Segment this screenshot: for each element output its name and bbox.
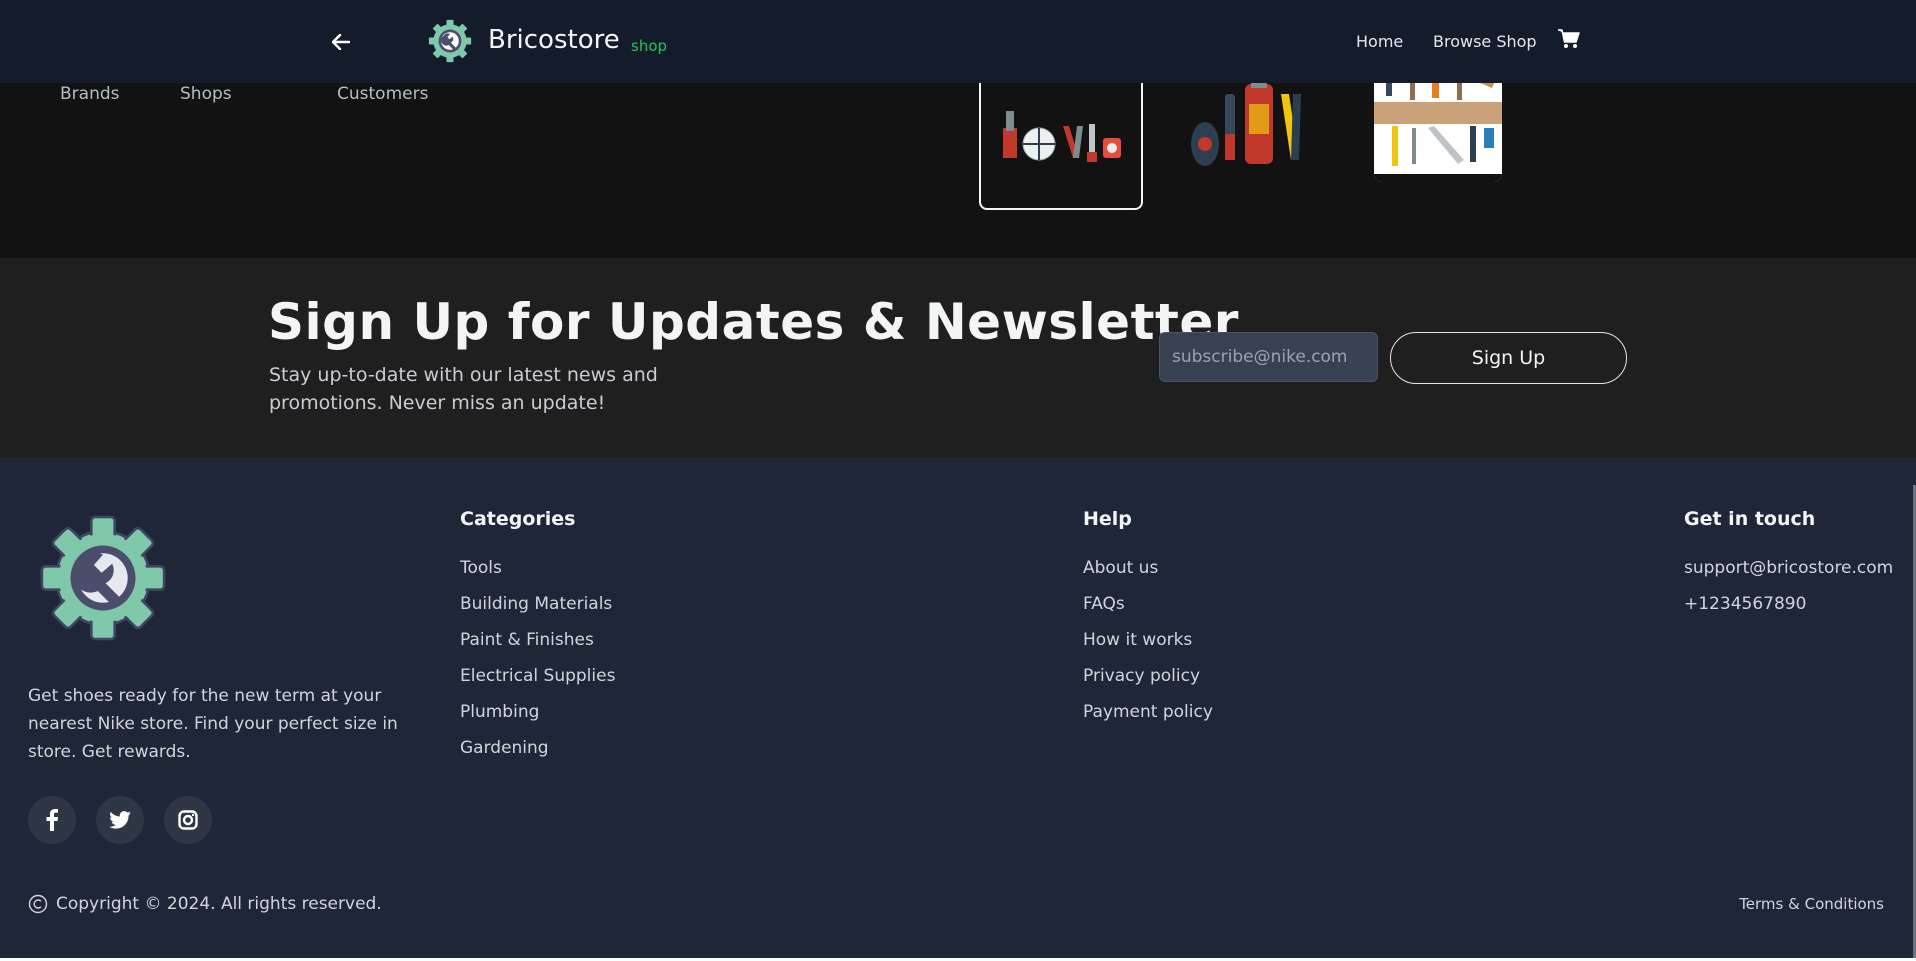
category-link-building-materials[interactable]: Building Materials — [460, 594, 615, 630]
arrow-left-icon — [332, 34, 350, 50]
stat-brands-label: Brands — [60, 84, 120, 104]
categories-title: Categories — [460, 508, 576, 530]
contact-phone-link[interactable]: +1234567890 — [1684, 594, 1893, 630]
newsletter-subtitle: Stay up-to-date with our latest news and… — [269, 364, 658, 414]
categories-list: Tools Building Materials Paint & Finishe… — [460, 558, 615, 774]
twitter-button[interactable] — [96, 796, 144, 844]
help-link-how-it-works[interactable]: How it works — [1083, 630, 1213, 666]
stat-shops-label: Shops — [180, 84, 232, 104]
contact-title: Get in touch — [1684, 508, 1816, 530]
copyright: Copyright © 2024. All rights reserved. — [28, 894, 382, 914]
wrench-gear-icon[interactable] — [428, 19, 472, 63]
nav-link-home[interactable]: Home — [1356, 32, 1403, 51]
contact-list: support@bricostore.com +1234567890 — [1684, 558, 1893, 630]
category-link-gardening[interactable]: Gardening — [460, 738, 615, 774]
footer-description: Get shoes ready for the new term at your… — [28, 686, 398, 762]
facebook-button[interactable] — [28, 796, 76, 844]
facebook-icon — [46, 809, 58, 831]
category-link-plumbing[interactable]: Plumbing — [460, 702, 615, 738]
brand-name[interactable]: Bricostore — [488, 25, 620, 55]
cart-icon — [1558, 29, 1580, 48]
newsletter-title: Sign Up for Updates & Newsletter — [268, 293, 1239, 351]
help-list: About us FAQs How it works Privacy polic… — [1083, 558, 1213, 738]
newsletter-section: Sign Up for Updates & Newsletter Stay up… — [0, 258, 1916, 458]
twitter-icon — [109, 811, 131, 829]
top-navbar: Bricostore shop Home Browse Shop — [0, 0, 1916, 83]
hand-tools-image — [1003, 111, 1121, 162]
stat-customers-label: Customers — [337, 84, 429, 104]
contact-email-link[interactable]: support@bricostore.com — [1684, 558, 1893, 594]
back-button[interactable] — [326, 27, 356, 57]
instagram-icon — [178, 810, 198, 830]
terms-link[interactable]: Terms & Conditions — [1739, 895, 1884, 913]
newsletter-email-input[interactable] — [1159, 332, 1378, 382]
category-link-tools[interactable]: Tools — [460, 558, 615, 594]
cart-button[interactable] — [1558, 29, 1584, 53]
brand-tag: shop — [631, 37, 668, 55]
category-link-paint-finishes[interactable]: Paint & Finishes — [460, 630, 615, 666]
help-link-payment-policy[interactable]: Payment policy — [1083, 702, 1213, 738]
site-footer: Get shoes ready for the new term at your… — [0, 458, 1916, 961]
product-thumbnail-1[interactable] — [979, 64, 1143, 210]
help-link-about-us[interactable]: About us — [1083, 558, 1213, 594]
help-title: Help — [1083, 508, 1132, 530]
copyright-text: Copyright © 2024. All rights reserved. — [56, 894, 382, 914]
help-link-privacy-policy[interactable]: Privacy policy — [1083, 666, 1213, 702]
copyright-icon — [28, 894, 48, 914]
signup-button[interactable]: Sign Up — [1390, 332, 1627, 384]
help-link-faqs[interactable]: FAQs — [1083, 594, 1213, 630]
footer-logo-icon — [40, 515, 166, 641]
instagram-button[interactable] — [164, 796, 212, 844]
nav-link-browse-shop[interactable]: Browse Shop — [1433, 32, 1537, 51]
category-link-electrical-supplies[interactable]: Electrical Supplies — [460, 666, 615, 702]
